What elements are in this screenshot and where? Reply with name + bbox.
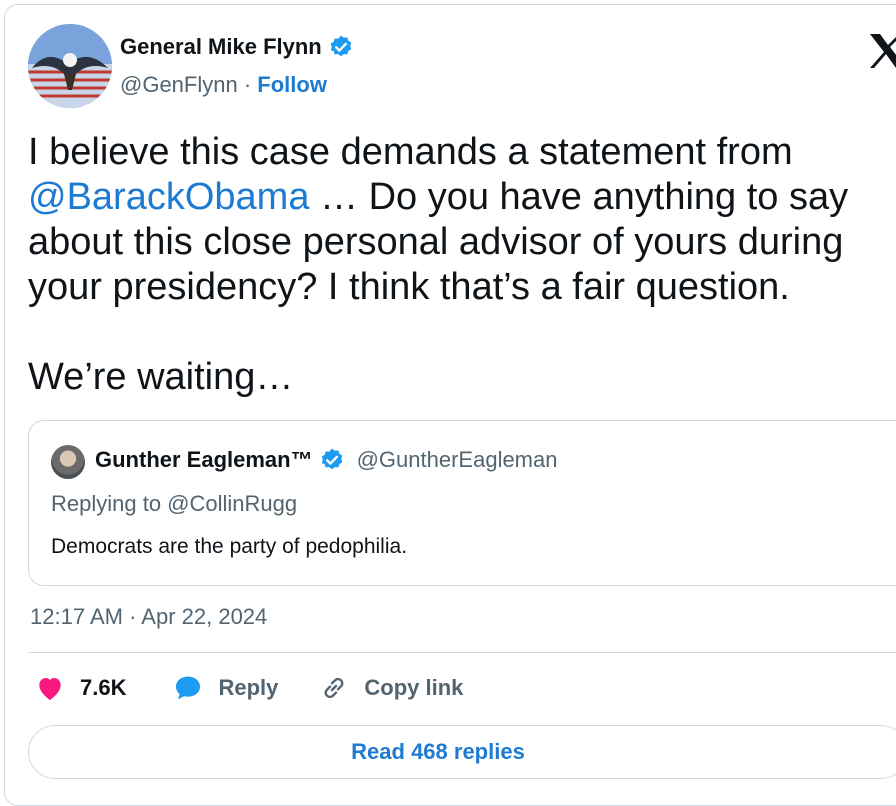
verified-badge-icon [321,448,342,470]
follow-button[interactable]: Follow [257,72,327,97]
separator-dot: · [243,72,252,97]
copy-link-label: Copy link [364,675,464,700]
quoted-tweet[interactable]: Gunther Eagleman™ @GuntherEagleman Reply… [28,420,896,586]
quoted-author-handle[interactable]: @GuntherEagleman [357,447,558,473]
heart-icon [39,678,61,700]
action-bar: 7.6K Reply Copy link [34,672,463,704]
quoted-author-name[interactable]: Gunther Eagleman™ [95,447,313,473]
reply-label: Reply [218,675,279,700]
read-replies-label: Read 468 replies [351,739,525,764]
quoted-header: Gunther Eagleman™ @GuntherEagleman [95,447,557,473]
reply-button[interactable]: Reply [172,672,278,704]
verified-badge-icon [330,35,352,57]
author-name-row: General Mike Flynn [120,34,354,60]
tweet-text: I believe this case demands a statement … [28,130,896,400]
mention-link[interactable]: @BarackObama [28,176,309,218]
author-avatar[interactable] [28,24,112,108]
reply-bubble-icon [176,676,201,700]
author-handle-row: @GenFlynn · Follow [120,72,327,98]
like-count: 7.6K [80,675,127,700]
x-logo-icon[interactable] [866,30,896,70]
quoted-text: Democrats are the party of pedophilia. [51,535,408,558]
divider [28,652,896,653]
read-replies-button[interactable]: Read 468 replies [28,725,896,779]
author-handle[interactable]: @GenFlynn [120,72,238,97]
tweet-text-part-1: I believe this case demands a statement … [28,131,793,173]
author-name[interactable]: General Mike Flynn [120,34,322,60]
copy-link-button[interactable]: Copy link [318,672,463,704]
replying-to-text: Replying to @CollinRugg [51,491,298,516]
like-button[interactable]: 7.6K [34,672,126,704]
link-icon [324,677,344,699]
quoted-avatar[interactable] [51,445,85,479]
eagle-flag-avatar-icon [28,24,112,108]
tweet-timestamp[interactable]: 12:17 AM · Apr 22, 2024 [30,604,267,630]
